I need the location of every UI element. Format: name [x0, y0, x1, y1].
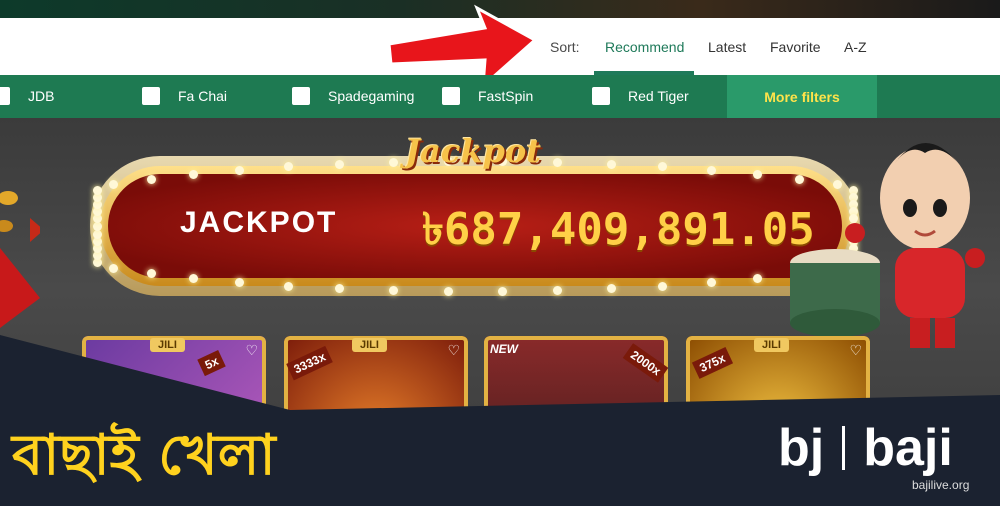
sort-option-favorite[interactable]: Favorite: [770, 39, 821, 55]
light-bulb: [606, 284, 616, 294]
light-bulb: [606, 159, 616, 169]
watermark: bajilive.org: [912, 478, 970, 492]
light-bulb: [93, 222, 102, 231]
brand-divider: [842, 426, 846, 470]
light-bulb: [753, 169, 763, 179]
filter-fastspin[interactable]: FastSpin: [442, 86, 533, 106]
brand-logo: bj baji: [778, 418, 953, 478]
checkbox[interactable]: [442, 87, 460, 105]
sort-option-recommend[interactable]: Recommend: [605, 39, 684, 55]
light-bulb: [283, 281, 293, 291]
light-bulb: [658, 281, 668, 291]
checkbox[interactable]: [142, 87, 160, 105]
light-bulb: [388, 157, 398, 167]
filter-red-tiger[interactable]: Red Tiger: [592, 86, 689, 106]
more-filters-button[interactable]: More filters: [727, 75, 877, 118]
filter-jdb[interactable]: JDB: [0, 86, 54, 106]
filter-label: FastSpin: [478, 88, 534, 104]
red-ribbon-icon: [0, 248, 40, 328]
light-bulb: [553, 286, 563, 295]
light-bulb: [443, 286, 453, 296]
checkbox[interactable]: [592, 87, 610, 105]
filter-spadegaming[interactable]: Spadegaming: [292, 86, 414, 106]
checkbox[interactable]: [292, 87, 310, 105]
light-bulb: [234, 165, 244, 175]
sort-label: Sort:: [550, 39, 580, 55]
light-bulb: [109, 263, 119, 273]
provider-filter-bar: JDB Fa Chai Spadegaming FastSpin Red Tig…: [0, 75, 1000, 118]
filter-label: Red Tiger: [628, 88, 689, 104]
filter-label: Fa Chai: [178, 88, 228, 104]
caption-text: বাছাই খেলা: [12, 423, 276, 488]
light-bulb: [188, 274, 198, 284]
jackpot-amount: ৳687,409,891.05: [422, 204, 815, 255]
filter-label: JDB: [28, 88, 55, 104]
filter-fa-chai[interactable]: Fa Chai: [142, 86, 227, 106]
light-bulb: [234, 278, 244, 288]
jackpot-logo: Jackpot: [405, 132, 542, 170]
light-bulb: [553, 157, 563, 167]
light-bulb: [188, 169, 198, 179]
light-bulb: [146, 269, 156, 279]
light-bulb: [388, 286, 398, 295]
light-bulb: [707, 165, 717, 175]
jackpot-label: JACKPOT: [180, 206, 338, 239]
sort-option-latest[interactable]: Latest: [708, 39, 746, 55]
light-bulb: [146, 174, 156, 184]
brand-short: bj: [778, 419, 825, 477]
brand-full: baji: [863, 419, 953, 477]
mascot-drummer-icon: [790, 143, 985, 348]
filter-label: Spadegaming: [328, 88, 415, 104]
sort-option-az[interactable]: A-Z: [844, 39, 867, 55]
checkbox[interactable]: [0, 87, 10, 105]
